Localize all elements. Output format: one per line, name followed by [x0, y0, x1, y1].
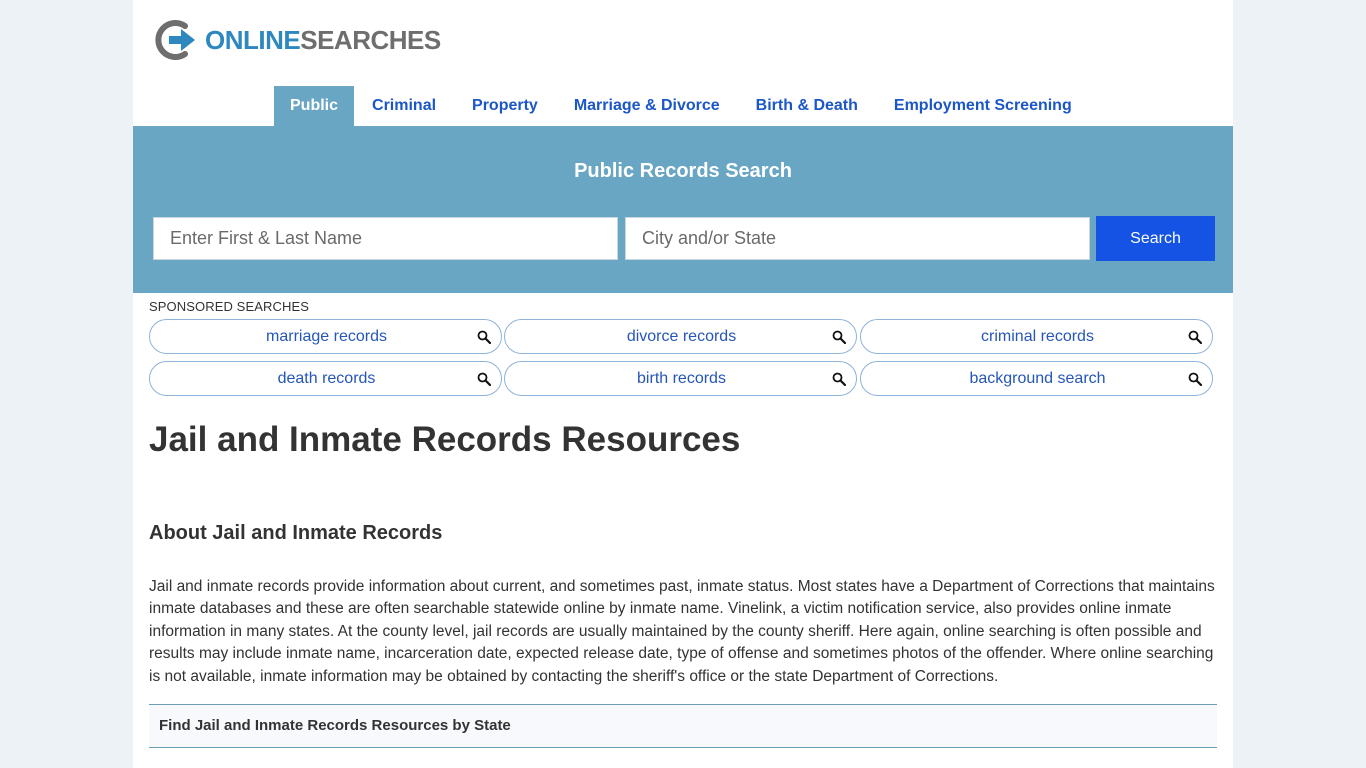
find-by-state-title: Find Jail and Inmate Records Resources b…: [159, 717, 511, 734]
main-nav: Public Criminal Property Marriage & Divo…: [274, 86, 1090, 126]
search-icon: [1188, 330, 1202, 344]
nav-employment-screening[interactable]: Employment Screening: [876, 86, 1090, 126]
search-icon: [477, 372, 491, 386]
logo-text: ONLINESEARCHES: [205, 18, 441, 62]
pill-label: divorce records: [626, 328, 737, 345]
page-title: Jail and Inmate Records Resources: [149, 420, 741, 459]
logo-word-searches: SEARCHES: [300, 25, 441, 55]
sponsored-birth-records[interactable]: birth records: [504, 361, 857, 396]
find-by-state-box[interactable]: Find Jail and Inmate Records Resources b…: [149, 704, 1217, 748]
nav-criminal[interactable]: Criminal: [354, 86, 454, 126]
sponsored-death-records[interactable]: death records: [149, 361, 502, 396]
sponsored-searches-label: SPONSORED SEARCHES: [149, 299, 310, 314]
nav-property[interactable]: Property: [454, 86, 556, 126]
search-icon: [1188, 372, 1202, 386]
pill-label: criminal records: [981, 328, 1094, 345]
search-button[interactable]: Search: [1096, 216, 1215, 261]
logo-word-online: ONLINE: [205, 25, 301, 55]
sponsored-marriage-records[interactable]: marriage records: [149, 319, 502, 354]
search-icon: [832, 330, 846, 344]
pill-label: marriage records: [266, 328, 387, 345]
search-icon: [477, 330, 491, 344]
page: ONLINESEARCHES Public Criminal Property …: [133, 0, 1233, 768]
nav-marriage-divorce[interactable]: Marriage & Divorce: [556, 86, 738, 126]
search-panel: Public Records Search Search: [133, 126, 1233, 293]
about-paragraph: Jail and inmate records provide informat…: [149, 578, 1215, 685]
pill-label: death records: [277, 370, 376, 387]
sponsored-criminal-records[interactable]: criminal records: [860, 319, 1213, 354]
sponsored-background-search[interactable]: background search: [860, 361, 1213, 396]
site-logo[interactable]: ONLINESEARCHES: [153, 18, 441, 62]
search-panel-title: Public Records Search: [574, 160, 792, 182]
nav-public[interactable]: Public: [274, 86, 355, 126]
search-icon: [832, 372, 846, 386]
pill-label: birth records: [637, 370, 726, 387]
sponsored-divorce-records[interactable]: divorce records: [504, 319, 857, 354]
logo-arrow-icon: [155, 20, 195, 60]
section-title: About Jail and Inmate Records: [149, 522, 443, 544]
pill-label: background search: [969, 370, 1106, 387]
city-state-input[interactable]: [625, 217, 1090, 260]
nav-birth-death[interactable]: Birth & Death: [738, 86, 876, 126]
name-search-input[interactable]: [153, 217, 618, 260]
